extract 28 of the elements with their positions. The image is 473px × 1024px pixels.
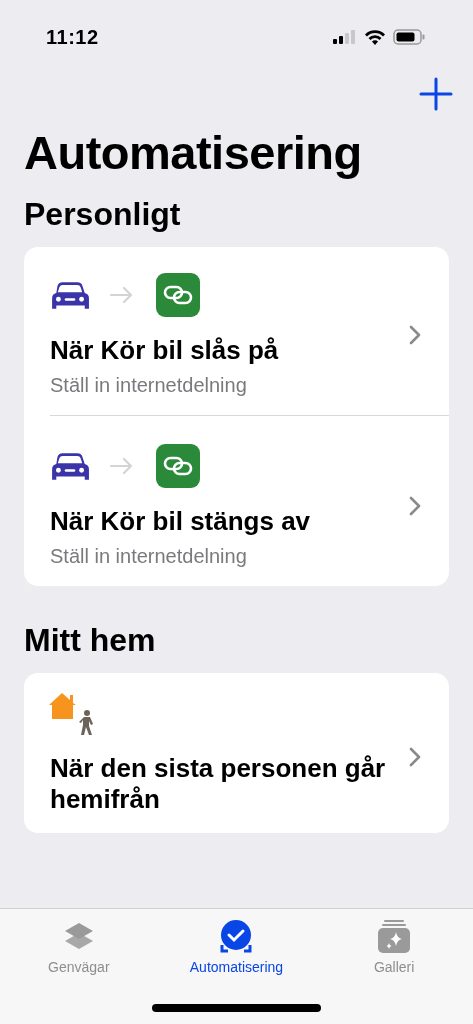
chevron-icon <box>409 747 421 767</box>
car-icon <box>50 280 90 310</box>
automation-title: När Kör bil slås på <box>50 335 280 366</box>
arrow-icon <box>110 457 134 475</box>
link-icon <box>156 444 200 488</box>
page-title: Automatisering <box>24 125 363 180</box>
sparkle-stack-icon <box>376 919 413 955</box>
automation-row[interactable]: När Kör bil slås på Ställ in internetdelning <box>50 247 449 415</box>
link-icon <box>156 273 200 317</box>
status-time: 11:12 <box>46 25 99 49</box>
automation-title: När Kör bil stängs av <box>50 506 312 537</box>
chevron-icon <box>409 496 421 516</box>
signal-icon <box>333 30 357 44</box>
check-clock-icon <box>218 919 255 955</box>
section-heading: Personligt <box>24 196 182 233</box>
add-button[interactable] <box>419 77 453 111</box>
section-heading: Mitt hem <box>24 622 157 659</box>
automation-row[interactable]: När den sista personen går hemifrån <box>50 673 449 833</box>
wifi-icon <box>364 29 386 45</box>
tab[interactable]: Automatisering <box>171 919 302 975</box>
car-icon <box>50 451 90 481</box>
automation-subtitle: Ställ in internetdelning <box>50 374 248 397</box>
battery-icon <box>393 29 425 45</box>
automation-row[interactable]: När Kör bil stängs av Ställ in internetdelning <box>50 415 449 586</box>
arrow-icon <box>110 286 134 304</box>
automation-title: När den sista personen går hemifrån <box>50 753 387 815</box>
chevron-icon <box>409 325 421 345</box>
automation-subtitle: Ställ in internetdelning <box>50 545 248 568</box>
